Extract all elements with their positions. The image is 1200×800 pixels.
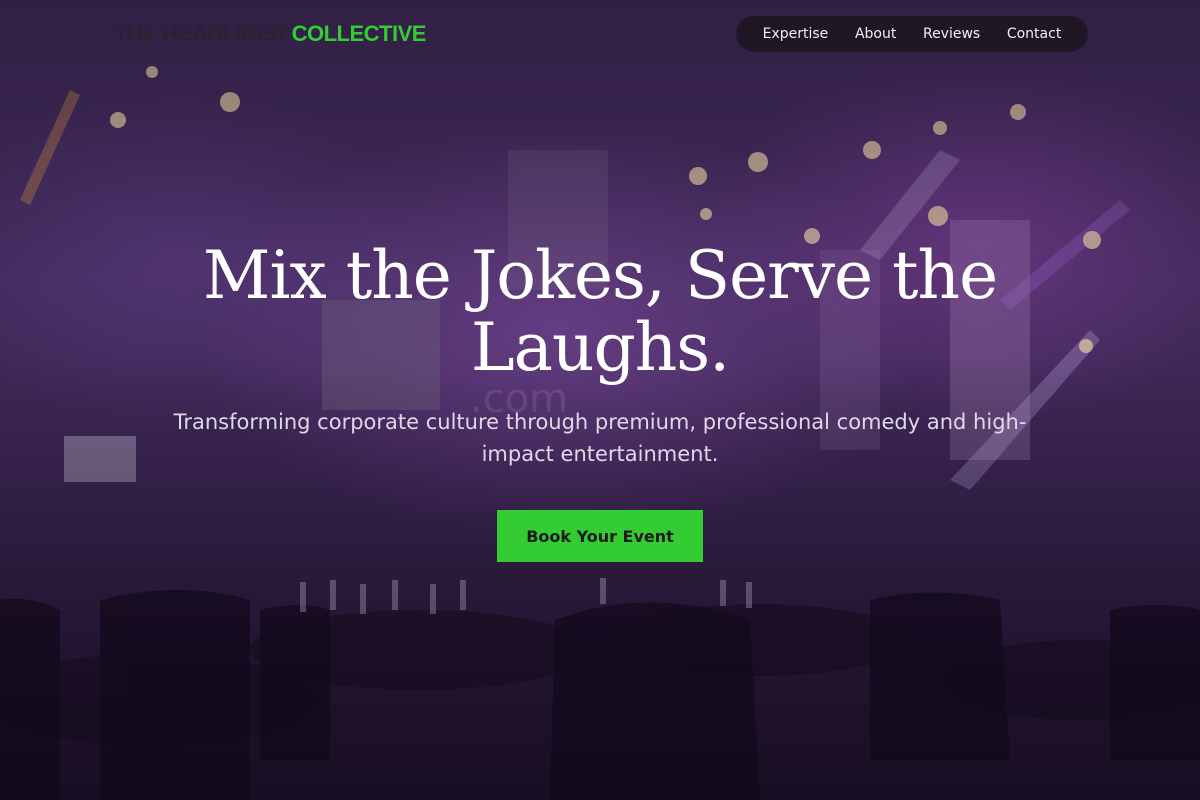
main-nav: Expertise About Reviews Contact bbox=[736, 16, 1088, 52]
book-event-button[interactable]: Book Your Event bbox=[497, 510, 703, 562]
brand-name-part2: COLLECTIVE bbox=[291, 21, 427, 46]
nav-link-about[interactable]: About bbox=[847, 20, 904, 48]
nav-link-expertise[interactable]: Expertise bbox=[755, 20, 837, 48]
hero-headline: Mix the Jokes, Serve the Laughs. bbox=[202, 237, 998, 386]
hero-section: .com bbox=[0, 0, 1200, 800]
site-header: THE HEADLINER COLLECTIVE Expertise About… bbox=[0, 0, 1200, 68]
hero-subtitle: Transforming corporate culture through p… bbox=[173, 410, 1027, 466]
nav-link-contact[interactable]: Contact bbox=[999, 20, 1069, 48]
brand-logo[interactable]: THE HEADLINER COLLECTIVE bbox=[114, 21, 426, 47]
hero-overlay bbox=[0, 0, 1200, 800]
brand-name-part1: THE HEADLINER bbox=[114, 21, 286, 46]
nav-link-reviews[interactable]: Reviews bbox=[915, 20, 988, 48]
